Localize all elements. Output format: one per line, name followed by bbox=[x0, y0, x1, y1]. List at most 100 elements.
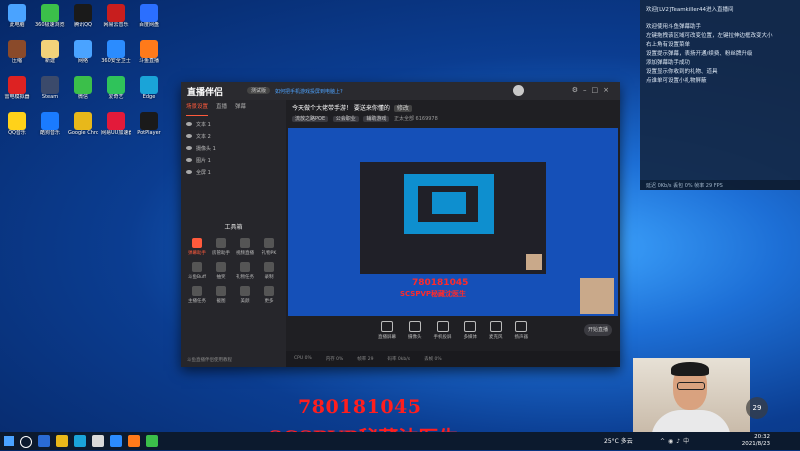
app-icon bbox=[74, 4, 92, 22]
scene-item[interactable]: 文本 1 bbox=[181, 118, 286, 130]
source-control-button[interactable]: 麦克风 bbox=[489, 321, 503, 348]
toolbox-item[interactable]: 视频直播 bbox=[233, 238, 257, 256]
wechat-icon[interactable] bbox=[146, 435, 158, 447]
toolbox-item[interactable]: 礼物PK bbox=[257, 238, 281, 256]
settings-icon[interactable]: ⚙ bbox=[572, 86, 583, 94]
room-chip[interactable]: 流放之路POE bbox=[292, 116, 329, 122]
desktop-icon[interactable]: 百度网盘 bbox=[134, 4, 164, 28]
desktop-icon[interactable]: 此电脑 bbox=[2, 4, 32, 28]
scene-item[interactable]: 全屏 1 bbox=[181, 166, 286, 178]
eye-icon[interactable] bbox=[186, 158, 192, 162]
windows-start-icon[interactable] bbox=[4, 436, 14, 446]
tab-danmaku[interactable]: 弹幕 bbox=[235, 102, 246, 116]
source-controls: 直播屏幕 摄像头 手机投屏 多媒体 麦克风 扬声器 bbox=[286, 318, 620, 348]
danmaku-chat-panel[interactable]: 欢迎[LV2]Teamkiller44进入直播间 欢迎使用斗鱼弹幕助手 左键拖拽… bbox=[640, 0, 800, 190]
scene-item[interactable]: 摄像头 1 bbox=[181, 142, 286, 154]
windows-taskbar: 25°C 多云 ^◉♪中 20:32 2021/8/23 bbox=[0, 432, 800, 450]
control-label: 多媒体 bbox=[463, 335, 478, 340]
task-view-icon[interactable] bbox=[38, 435, 50, 447]
source-control-button[interactable]: 直播屏幕 bbox=[378, 321, 396, 348]
toolbox-item[interactable]: 礼物任务 bbox=[233, 262, 257, 280]
eye-icon[interactable] bbox=[186, 122, 192, 126]
source-control-button[interactable]: 摄像头 bbox=[408, 321, 422, 348]
tab-scenes[interactable]: 场景设置 bbox=[186, 102, 209, 116]
eye-icon[interactable] bbox=[186, 170, 192, 174]
desktop-icon[interactable]: 网络 bbox=[68, 40, 98, 64]
toolbox-item[interactable]: 录制 bbox=[257, 262, 281, 280]
tutorial-link[interactable]: 斗鱼直播伴侣使用教程 bbox=[187, 357, 232, 363]
desktop-icon[interactable]: 新建 bbox=[35, 40, 65, 64]
toolbox-item[interactable]: 房管助手 bbox=[209, 238, 233, 256]
desktop-icon[interactable]: 360安全卫士 bbox=[101, 40, 131, 64]
desktop-icon[interactable]: PotPlayer bbox=[134, 112, 164, 136]
desktop-icon[interactable]: QQ音乐 bbox=[2, 112, 32, 136]
desktop-icon[interactable]: 微信 bbox=[68, 76, 98, 100]
stream-preview[interactable]: 780181045 SCSPVP秘藏沈医生 bbox=[288, 128, 618, 316]
file-explorer-icon[interactable] bbox=[56, 435, 68, 447]
desktop-icon[interactable]: 酷狗音乐 bbox=[35, 112, 65, 136]
minimize-icon[interactable]: – bbox=[583, 86, 592, 94]
tray-up-icon[interactable]: ^ bbox=[660, 438, 668, 445]
tool-icon bbox=[216, 238, 226, 248]
taskbar-clock[interactable]: 20:32 2021/8/23 bbox=[742, 434, 770, 448]
start-live-button[interactable]: 开始直播 bbox=[584, 324, 612, 336]
qq-icon[interactable] bbox=[110, 435, 122, 447]
douyu-live-companion-window[interactable]: 直播伴侣 测试版 如何把手机游戏投屏到电脑上? ⚙–□× 场景设置 直播 弹幕 … bbox=[181, 82, 620, 367]
eye-icon[interactable] bbox=[186, 134, 192, 138]
preview-overlay-text: SCSPVP秘藏沈医生 bbox=[400, 290, 467, 298]
tool-icon bbox=[192, 286, 202, 296]
desktop-icon[interactable]: Steam bbox=[35, 76, 65, 100]
scene-item[interactable]: 图片 1 bbox=[181, 154, 286, 166]
source-control-button[interactable]: 手机投屏 bbox=[434, 321, 452, 348]
edge-icon[interactable] bbox=[74, 435, 86, 447]
system-tray[interactable]: ^◉♪中 bbox=[660, 436, 692, 445]
maximize-icon[interactable]: □ bbox=[592, 86, 604, 94]
source-control-button[interactable]: 多媒体 bbox=[463, 321, 478, 348]
tab-live[interactable]: 直播 bbox=[216, 102, 227, 116]
weather-widget[interactable]: 25°C 多云 bbox=[604, 436, 633, 445]
user-avatar[interactable] bbox=[513, 85, 524, 96]
desktop-icon[interactable]: 网易UU加速器 bbox=[101, 112, 131, 136]
app-titlebar[interactable]: 直播伴侣 测试版 如何把手机游戏投屏到电脑上? ⚙–□× bbox=[181, 82, 620, 100]
search-icon[interactable] bbox=[20, 436, 32, 448]
chrome-icon[interactable] bbox=[92, 435, 104, 447]
toolbox-item[interactable]: 更多 bbox=[257, 286, 281, 304]
source-control-button[interactable]: 扬声器 bbox=[515, 321, 528, 348]
desktop-icon-label: 斗鱼直播 bbox=[138, 58, 159, 64]
window-controls[interactable]: ⚙–□× bbox=[572, 86, 614, 94]
toolbox-item[interactable]: 弹幕助手 bbox=[185, 238, 209, 256]
desktop-icon[interactable]: 雷电模拟器 bbox=[2, 76, 32, 100]
scene-label: 文本 2 bbox=[196, 133, 211, 140]
desktop-icon[interactable]: 压缩 bbox=[2, 40, 32, 64]
desktop-icon[interactable]: 腾讯QQ bbox=[68, 4, 98, 28]
room-chip[interactable]: 公会职业 bbox=[332, 116, 359, 122]
help-link[interactable]: 如何把手机游戏投屏到电脑上? bbox=[275, 88, 343, 95]
desktop-icon[interactable]: Edge bbox=[134, 76, 164, 100]
person-glasses bbox=[677, 382, 705, 390]
douyu-icon[interactable] bbox=[128, 435, 140, 447]
toolbox-item[interactable]: 抽奖 bbox=[209, 262, 233, 280]
tool-icon bbox=[216, 262, 226, 272]
status-item: CPU 0% bbox=[294, 356, 312, 361]
app-icon bbox=[140, 40, 158, 58]
desktop-icon[interactable]: 斗鱼直播 bbox=[134, 40, 164, 64]
desktop-icon-label: 网易云音乐 bbox=[103, 22, 129, 28]
toolbox-item[interactable]: 斗鱼Buff bbox=[185, 262, 209, 280]
room-chip[interactable]: 辅助游戏 bbox=[363, 116, 390, 122]
eye-icon[interactable] bbox=[186, 146, 192, 150]
tool-label: 斗鱼Buff bbox=[187, 275, 207, 280]
close-icon[interactable]: × bbox=[603, 86, 614, 94]
desktop-icon[interactable]: Google Chrome bbox=[68, 112, 98, 136]
app-icon bbox=[74, 40, 92, 58]
desktop-icon[interactable]: 爱奇艺 bbox=[101, 76, 131, 100]
ime-icon[interactable]: 中 bbox=[683, 438, 692, 445]
desktop-icon[interactable]: 网易云音乐 bbox=[101, 4, 131, 28]
toolbox-item[interactable]: 主播任务 bbox=[185, 286, 209, 304]
app-icon bbox=[107, 40, 125, 58]
edit-title-button[interactable]: 修改 bbox=[393, 105, 412, 112]
desktop-icon-label: 酷狗音乐 bbox=[39, 130, 60, 136]
scene-item[interactable]: 文本 2 bbox=[181, 130, 286, 142]
desktop-icon[interactable]: 360极速浏览器 bbox=[35, 4, 65, 28]
toolbox-item[interactable]: 美颜 bbox=[233, 286, 257, 304]
toolbox-item[interactable]: 截图 bbox=[209, 286, 233, 304]
